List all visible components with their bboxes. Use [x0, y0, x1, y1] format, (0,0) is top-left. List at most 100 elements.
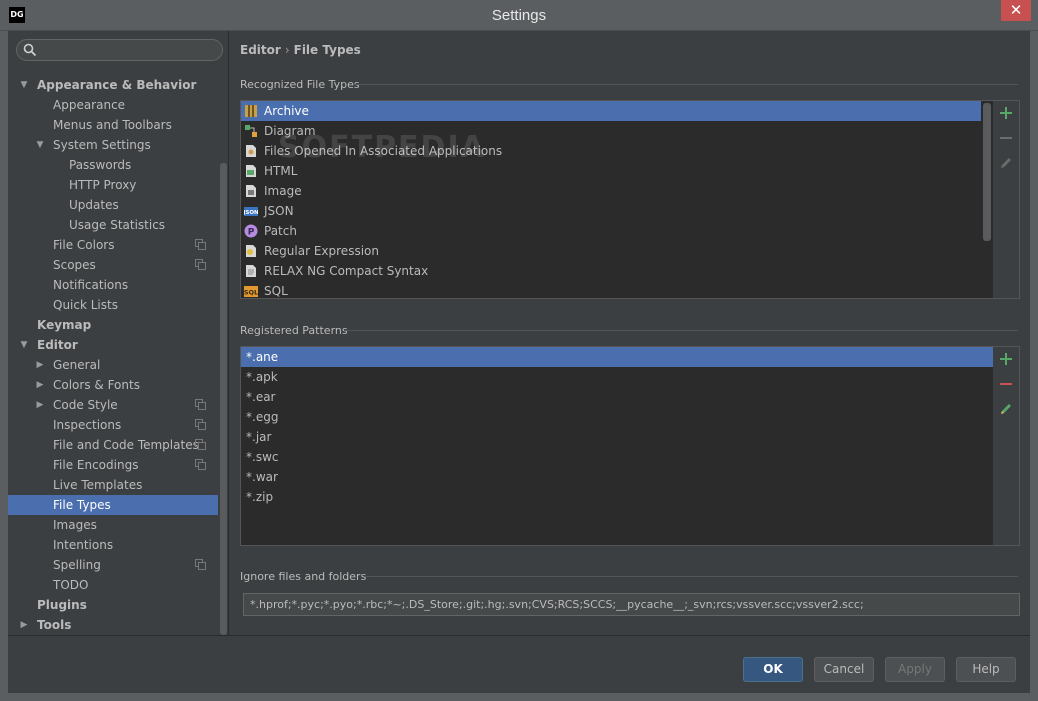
breadcrumb-parent: Editor — [240, 43, 281, 57]
settings-tree: ▼ Appearance & Behavior Appearance Menus an… — [8, 75, 218, 635]
sidebar-item-label: General — [53, 358, 101, 372]
sidebar-item-code-style[interactable]: ▶ Code Style — [8, 395, 218, 415]
expand-arrow-down-icon[interactable]: ▼ — [34, 135, 46, 155]
sidebar-item-label: Editor — [37, 338, 78, 352]
sidebar-item-scopes[interactable]: Scopes — [8, 255, 218, 275]
sidebar-item-label: HTTP Proxy — [69, 178, 137, 192]
cancel-button[interactable]: Cancel — [814, 657, 874, 682]
sidebar-item-spelling[interactable]: Spelling — [8, 555, 218, 575]
sidebar-item-colors-fonts[interactable]: ▶ Colors & Fonts — [8, 375, 218, 395]
edit-file-type-icon[interactable] — [998, 155, 1014, 171]
section-divider — [354, 84, 1018, 85]
sidebar-item-plugins[interactable]: Plugins — [8, 595, 218, 615]
sidebar-item-menus-and-toolbars[interactable]: Menus and Toolbars — [8, 115, 218, 135]
file-type-row[interactable]: Files Opened In Associated Applications — [241, 141, 981, 161]
file-type-label: HTML — [264, 164, 298, 178]
sidebar-item-todo[interactable]: TODO — [8, 575, 218, 595]
ignore-files-input[interactable]: *.hprof;*.pyc;*.pyo;*.rbc;*~;.DS_Store;.… — [243, 593, 1020, 616]
pattern-label: *.ane — [246, 350, 279, 364]
registered-patterns-list[interactable]: *.ane *.apk *.ear *.egg *.jar *.swc *.war *.zip — [240, 346, 1020, 546]
sidebar-item-label: Live Templates — [53, 478, 143, 492]
remove-file-type-icon[interactable] — [998, 130, 1014, 146]
section-divider — [344, 330, 1018, 331]
expand-arrow-down-icon[interactable]: ▼ — [18, 335, 30, 355]
file-type-row[interactable]: JSON JSON — [241, 201, 981, 221]
sidebar-item-file-types[interactable]: File Types — [8, 495, 218, 515]
pattern-row[interactable]: *.egg — [241, 407, 993, 427]
sidebar-item-intentions[interactable]: Intentions — [8, 535, 218, 555]
sidebar-item-live-templates[interactable]: Live Templates — [8, 475, 218, 495]
section-divider — [364, 576, 1018, 577]
sidebar-scrollbar[interactable] — [220, 163, 227, 635]
expand-arrow-down-icon[interactable]: ▼ — [18, 75, 30, 95]
sidebar-item-http-proxy[interactable]: HTTP Proxy — [8, 175, 218, 195]
apply-button[interactable]: Apply — [885, 657, 945, 682]
pattern-row[interactable]: *.war — [241, 467, 993, 487]
patterns-toolbar — [993, 347, 1019, 545]
file-type-row[interactable]: Diagram — [241, 121, 981, 141]
file-type-row[interactable]: SQL SQL — [241, 281, 981, 298]
pattern-row[interactable]: *.ane — [241, 347, 993, 367]
file-types-scrollbar[interactable] — [983, 103, 991, 241]
sidebar-item-keymap[interactable]: Keymap — [8, 315, 218, 335]
project-level-copy-icon — [195, 239, 206, 250]
expand-arrow-right-icon[interactable]: ▶ — [34, 395, 46, 415]
expand-arrow-right-icon[interactable]: ▶ — [34, 355, 46, 375]
pattern-label: *.zip — [246, 490, 274, 504]
sidebar-item-file-colors[interactable]: File Colors — [8, 235, 218, 255]
sidebar-item-label: Scopes — [53, 258, 96, 272]
pattern-row[interactable]: *.jar — [241, 427, 993, 447]
sidebar-item-quick-lists[interactable]: Quick Lists — [8, 295, 218, 315]
edit-pattern-icon[interactable] — [998, 401, 1014, 417]
sidebar-item-label: Images — [53, 518, 97, 532]
sidebar-item-file-and-code-templates[interactable]: File and Code Templates — [8, 435, 218, 455]
sidebar-item-images[interactable]: Images — [8, 515, 218, 535]
sidebar-item-updates[interactable]: Updates — [8, 195, 218, 215]
sidebar-item-file-encodings[interactable]: File Encodings — [8, 455, 218, 475]
pattern-row[interactable]: *.apk — [241, 367, 993, 387]
sidebar-item-inspections[interactable]: Inspections — [8, 415, 218, 435]
sidebar-item-appearance[interactable]: Appearance — [8, 95, 218, 115]
project-level-copy-icon — [195, 259, 206, 270]
file-type-row[interactable]: Archive — [241, 101, 981, 121]
close-button[interactable]: ✕ — [1001, 0, 1031, 21]
diagram-icon — [245, 125, 257, 137]
settings-search-box[interactable] — [16, 39, 223, 61]
sidebar-item-passwords[interactable]: Passwords — [8, 155, 218, 175]
add-file-type-icon[interactable] — [998, 105, 1014, 121]
file-type-row[interactable]: Regular Expression — [241, 241, 981, 261]
sidebar-item-label: File and Code Templates — [53, 438, 199, 452]
sidebar-item-label: Spelling — [53, 558, 101, 572]
image-icon — [246, 185, 256, 197]
window-frame-right — [1030, 31, 1038, 701]
expand-arrow-right-icon[interactable]: ▶ — [34, 375, 46, 395]
file-type-row[interactable]: Image — [241, 181, 981, 201]
pattern-row[interactable]: *.swc — [241, 447, 993, 467]
search-icon — [23, 43, 37, 57]
sidebar-item-appearance-behavior[interactable]: ▼ Appearance & Behavior — [8, 75, 218, 95]
file-type-row[interactable]: RELAX NG Compact Syntax — [241, 261, 981, 281]
registered-patterns-label: Registered Patterns — [240, 324, 348, 337]
svg-text:P: P — [248, 228, 255, 238]
recognized-file-types-list[interactable]: Archive Diagram Files Opened In Associated… — [240, 100, 1020, 299]
sidebar-item-editor[interactable]: ▼ Editor — [8, 335, 218, 355]
expand-arrow-right-icon[interactable]: ▶ — [18, 615, 30, 635]
sidebar-item-general[interactable]: ▶ General — [8, 355, 218, 375]
breadcrumb-current: File Types — [293, 43, 361, 57]
pattern-row[interactable]: *.zip — [241, 487, 993, 507]
sidebar-item-tools[interactable]: ▶ Tools — [8, 615, 218, 635]
sidebar-item-label: TODO — [53, 578, 89, 592]
pattern-row[interactable]: *.ear — [241, 387, 993, 407]
file-type-row[interactable]: HTML — [241, 161, 981, 181]
file-type-row[interactable]: P Patch — [241, 221, 981, 241]
sidebar-item-label: Plugins — [37, 598, 87, 612]
remove-pattern-icon[interactable] — [998, 376, 1014, 392]
sidebar-item-notifications[interactable]: Notifications — [8, 275, 218, 295]
sidebar-item-usage-statistics[interactable]: Usage Statistics — [8, 215, 218, 235]
sidebar-item-system-settings[interactable]: ▼ System Settings — [8, 135, 218, 155]
ok-button[interactable]: OK — [743, 657, 803, 682]
add-pattern-icon[interactable] — [998, 351, 1014, 367]
settings-search-input[interactable] — [41, 42, 217, 58]
help-button[interactable]: Help — [956, 657, 1016, 682]
external-file-icon — [246, 145, 256, 157]
